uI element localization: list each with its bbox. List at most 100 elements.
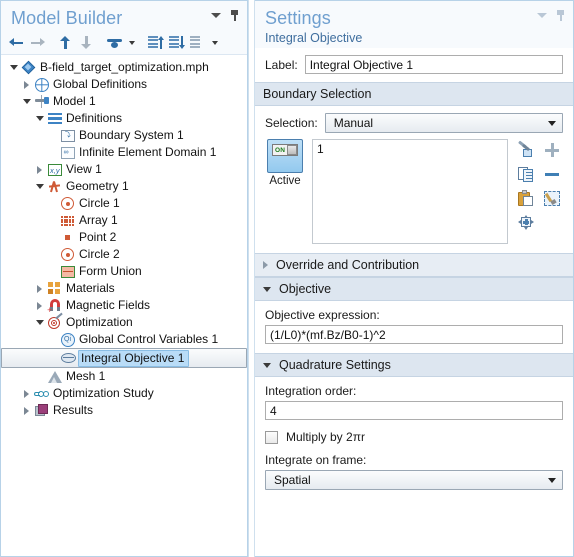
model-builder-menu-chevron-down-icon[interactable] <box>211 13 221 18</box>
magnetic-fields-icon: + <box>46 298 63 315</box>
tree-node-boundary-system-1[interactable]: ⤵ Boundary System 1 <box>1 127 247 144</box>
boundary-system-icon: ⤵ <box>59 128 76 143</box>
selection-list[interactable]: 1 <box>312 139 508 244</box>
on-off-switch-icon: ON <box>272 144 298 156</box>
tree-node-materials[interactable]: Materials <box>1 280 247 297</box>
twisty-collapsed-icon[interactable] <box>20 80 33 89</box>
tree-node-label: Form Union <box>79 264 142 278</box>
tree-node-magnetic-fields[interactable]: + Magnetic Fields <box>1 297 247 315</box>
remove-from-selection-button[interactable] <box>541 164 563 184</box>
tree-node-circle-1[interactable]: Circle 1 <box>1 195 247 212</box>
objective-section-header[interactable]: Objective <box>255 277 573 301</box>
model-builder-panel: Model Builder B-field_target_optimizatio… <box>0 0 248 557</box>
clear-selection-icon <box>544 190 560 206</box>
twisty-expanded-icon[interactable] <box>7 65 20 70</box>
copy-selection-button[interactable] <box>515 164 537 184</box>
tree-node-point-2[interactable]: Point 2 <box>1 229 247 246</box>
tree-node-model-1[interactable]: Model 1 <box>1 93 247 110</box>
integration-order-caption: Integration order: <box>265 384 357 398</box>
selection-row: Selection: Manual <box>265 113 563 133</box>
tree-node-geometry-1[interactable]: Geometry 1 <box>1 178 247 195</box>
twisty-collapsed-icon[interactable] <box>33 284 46 293</box>
node-options-dropdown[interactable] <box>209 33 220 52</box>
multiply-by-2pir-row[interactable]: Multiply by 2πr <box>265 430 563 444</box>
settings-body: Label: Integral Objective 1 Boundary Sel… <box>255 48 573 556</box>
node-options-button[interactable] <box>188 33 207 52</box>
array-icon <box>59 213 76 228</box>
mph-file-icon <box>20 60 37 75</box>
expand-all-button[interactable] <box>146 33 165 52</box>
settings-menu-chevron-down-icon[interactable] <box>537 13 547 18</box>
selection-dropdown[interactable]: Manual <box>324 113 563 133</box>
tree-node-global-control-variables-1[interactable]: Qi Global Control Variables 1 <box>1 331 247 348</box>
boundary-selection-section-header[interactable]: Boundary Selection <box>255 82 573 106</box>
collapse-all-button[interactable] <box>167 33 186 52</box>
tree-node-results[interactable]: Results <box>1 402 247 419</box>
tree-node-b-field-target-optimization-mph[interactable]: B-field_target_optimization.mph <box>1 59 247 76</box>
tree-node-form-union[interactable]: Form Union <box>1 263 247 280</box>
tree-node-label: Array 1 <box>79 213 118 227</box>
override-and-contribution-section-header[interactable]: Override and Contribution <box>255 253 573 277</box>
tree-node-optimization-study[interactable]: Optimization Study <box>1 385 247 402</box>
tree-node-label: Integral Objective 1 <box>78 349 190 367</box>
settings-pin-icon[interactable] <box>556 10 565 21</box>
definitions-icon <box>46 111 63 126</box>
twisty-collapsed-icon[interactable] <box>20 406 33 415</box>
twisty-collapsed-icon[interactable] <box>20 389 33 398</box>
boundary-selection-section-body: Selection: Manual ON Active 1 <box>255 106 573 253</box>
label-row: Label: Integral Objective 1 <box>255 48 573 82</box>
settings-title: Settings <box>265 8 331 28</box>
clear-selection-button[interactable] <box>541 188 563 208</box>
copy-to-icon <box>518 140 534 158</box>
show-dropdown[interactable] <box>126 33 137 52</box>
global-control-variables-icon: Qi <box>59 332 76 347</box>
tree-node-label: Magnetic Fields <box>66 298 151 312</box>
copy-icon <box>518 166 534 182</box>
label-caption: Label: <box>265 57 298 72</box>
form-union-icon <box>59 264 76 279</box>
go-forward-button[interactable] <box>28 33 47 52</box>
show-button[interactable] <box>105 33 124 52</box>
label-input[interactable]: Integral Objective 1 <box>304 55 563 74</box>
optimization-icon <box>46 312 63 330</box>
tree-node-mesh-1[interactable]: Mesh 1 <box>1 368 247 385</box>
tree-node-label: Optimization <box>66 315 133 329</box>
twisty-expanded-icon[interactable] <box>20 99 33 104</box>
twisty-collapsed-icon[interactable] <box>33 165 46 174</box>
tree-node-circle-2[interactable]: Circle 2 <box>1 246 247 263</box>
tree-node-optimization[interactable]: Optimization <box>1 312 247 331</box>
move-down-button[interactable] <box>77 33 96 52</box>
tree-node-label: Infinite Element Domain 1 <box>79 145 217 159</box>
tree-node-label: Boundary System 1 <box>79 128 184 142</box>
selection-caption: Selection: <box>265 116 318 130</box>
tree-node-label: Circle 2 <box>79 247 120 261</box>
tree-node-view-1[interactable]: x,y View 1 <box>1 161 247 178</box>
go-back-button[interactable] <box>7 33 26 52</box>
tree-node-label: Point 2 <box>79 230 117 244</box>
twisty-expanded-icon[interactable] <box>33 320 46 325</box>
chevron-down-icon <box>212 40 218 45</box>
panel-splitter[interactable] <box>248 0 255 557</box>
active-toggle-button[interactable]: ON <box>267 139 303 173</box>
tree-node-integral-objective-1[interactable]: Integral Objective 1 <box>1 348 247 368</box>
integrate-on-frame-dropdown[interactable]: Spatial <box>265 470 563 490</box>
multiply-by-2pir-checkbox[interactable] <box>265 430 278 444</box>
move-up-button[interactable] <box>56 33 75 52</box>
twisty-expanded-icon[interactable] <box>33 116 46 121</box>
paste-selection-button[interactable] <box>515 188 537 208</box>
objective-expression-input[interactable]: (1/L0)*(mf.Bz/B0-1)^2 <box>265 325 563 344</box>
tree-node-definitions[interactable]: Definitions <box>1 110 247 127</box>
quadrature-settings-header-label: Quadrature Settings <box>279 358 391 372</box>
tree-node-array-1[interactable]: Array 1 <box>1 212 247 229</box>
tree-node-infinite-element-domain-1[interactable]: ∞ Infinite Element Domain 1 <box>1 144 247 161</box>
add-to-selection-button[interactable] <box>541 140 563 160</box>
integration-order-input[interactable]: 4 <box>265 401 563 420</box>
model-builder-pin-icon[interactable] <box>230 10 239 21</box>
twisty-collapsed-icon[interactable] <box>33 301 46 310</box>
zoom-to-selection-button[interactable] <box>515 212 537 232</box>
model-tree[interactable]: B-field_target_optimization.mph Global De… <box>1 55 247 556</box>
copy-to-selection-button[interactable] <box>515 140 537 160</box>
tree-node-global-definitions[interactable]: Global Definitions <box>1 76 247 93</box>
quadrature-settings-section-header[interactable]: Quadrature Settings <box>255 353 573 377</box>
twisty-expanded-icon[interactable] <box>33 184 46 189</box>
